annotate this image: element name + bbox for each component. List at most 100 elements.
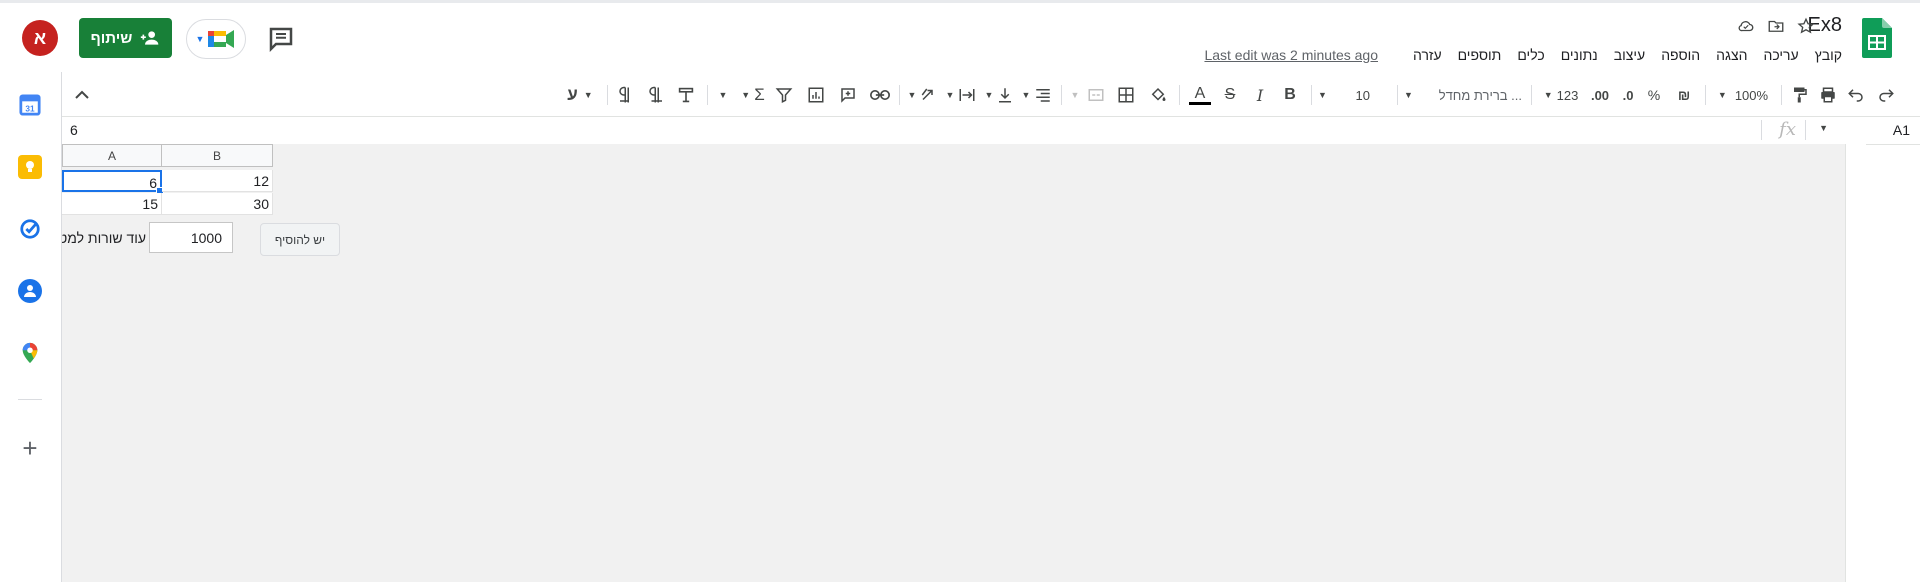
bold-button[interactable]: B <box>1278 83 1302 107</box>
column-header-a[interactable]: A <box>62 144 162 167</box>
undo-icon[interactable] <box>1844 83 1868 107</box>
sigma-icon: Σ <box>754 85 765 104</box>
add-rows-count-input[interactable]: 1000 <box>149 222 233 253</box>
insert-chart-icon[interactable] <box>804 83 828 107</box>
cell-a2[interactable]: 15 <box>62 193 162 215</box>
merge-cells-icon[interactable] <box>1084 83 1108 107</box>
svg-text:31: 31 <box>25 104 35 113</box>
add-rows-label: עוד שורות למטה <box>62 230 146 246</box>
column-header-b[interactable]: B <box>161 144 273 167</box>
font-select[interactable]: ▼ ברירת מחדל ... <box>1404 83 1522 107</box>
percent-button[interactable]: % <box>1642 83 1666 107</box>
maps-icon[interactable] <box>18 341 42 365</box>
top-border <box>0 0 1920 3</box>
input-tools-button[interactable]: ע ▼ <box>560 83 600 107</box>
menu-format[interactable]: עיצוב <box>1614 47 1645 63</box>
chevron-down-icon: ▼ <box>1717 90 1727 100</box>
menu-edit[interactable]: עריכה <box>1763 47 1798 63</box>
sheets-logo-icon[interactable] <box>1862 18 1892 58</box>
name-box[interactable]: A1 <box>1893 122 1910 138</box>
rtl-icon[interactable] <box>614 83 638 107</box>
text-color-button[interactable]: A <box>1188 83 1212 107</box>
chevron-down-icon[interactable]: ▼ <box>1068 83 1082 107</box>
chevron-down-icon: ▼ <box>1021 90 1031 100</box>
menu-file[interactable]: קובץ <box>1815 47 1842 63</box>
calendar-icon[interactable]: 31 <box>18 93 42 117</box>
paint-format-icon[interactable] <box>1788 83 1812 107</box>
vertical-scrollbar[interactable] <box>1845 144 1866 582</box>
move-folder-icon[interactable] <box>1764 14 1788 38</box>
decrease-decimal-button[interactable]: .0 <box>1616 83 1640 107</box>
cell-b2[interactable]: 30 <box>162 193 273 215</box>
text-rotation-icon[interactable]: ▼ <box>906 83 940 107</box>
toolbar: ▼ 100% ₪ % .0 .00 ▼ 123 ▼ ברירת מחדל ...… <box>62 75 1920 115</box>
more-formats-select[interactable]: ▼ 123 <box>1538 83 1584 107</box>
menu-help[interactable]: עזרה <box>1413 47 1442 63</box>
contacts-icon[interactable] <box>18 279 42 303</box>
ltr-icon[interactable] <box>644 83 668 107</box>
horizontal-align-icon[interactable]: ▼ <box>1020 83 1054 107</box>
last-edit-link[interactable]: Last edit was 2 minutes ago <box>1204 47 1378 63</box>
filter-icon[interactable] <box>772 83 796 107</box>
fx-icon: fx <box>1779 119 1796 140</box>
avatar[interactable]: א <box>22 20 58 56</box>
cell-b1[interactable]: 12 <box>162 170 273 192</box>
chevron-up-icon[interactable] <box>72 85 92 105</box>
zoom-select[interactable]: ▼ 100% <box>1714 83 1772 107</box>
menu-tools[interactable]: כלים <box>1517 47 1544 63</box>
grid-area[interactable] <box>62 144 1845 582</box>
star-icon[interactable] <box>1794 14 1818 38</box>
text-direction-icon[interactable] <box>674 83 698 107</box>
formula-bar: A1 ▼ fx 6 <box>62 116 1920 145</box>
menu-insert[interactable]: הוספה <box>1661 47 1700 63</box>
strikethrough-button[interactable]: S <box>1218 83 1242 107</box>
share-label: שיתוף <box>90 29 133 47</box>
toolbar-divider <box>1397 85 1398 105</box>
cloud-status-icon[interactable] <box>1734 14 1758 38</box>
cell-a1[interactable]: 6 <box>62 170 162 192</box>
currency-button[interactable]: ₪ <box>1672 83 1696 107</box>
meet-icon <box>208 30 235 48</box>
chevron-down-icon: ▼ <box>1543 90 1553 100</box>
chevron-down-icon: ▼ <box>1404 90 1413 100</box>
font-size-select[interactable]: ▼ 10 <box>1318 83 1388 107</box>
add-person-icon <box>141 31 159 45</box>
menu-data[interactable]: נתונים <box>1561 47 1598 63</box>
add-addon-icon[interactable]: + <box>18 433 42 463</box>
add-rows-label-text: עוד שורות למטה <box>62 230 146 246</box>
chevron-down-icon: ▼ <box>1318 90 1327 100</box>
text-color-label: A <box>1194 84 1206 102</box>
menu-view[interactable]: הצגה <box>1716 47 1747 63</box>
more-formats-label: 123 <box>1556 87 1579 103</box>
chevron-down-icon: ▼ <box>945 90 955 100</box>
insert-link-icon[interactable] <box>868 83 892 107</box>
chevron-down-icon: ▼ <box>907 90 917 100</box>
text-wrap-icon[interactable]: ▼ <box>944 83 978 107</box>
italic-button[interactable]: I <box>1248 83 1272 107</box>
zoom-value: 100% <box>1734 87 1769 103</box>
insert-comment-icon[interactable] <box>836 83 860 107</box>
toolbar-divider <box>607 85 608 105</box>
menu-bar: קובץ עריכה הצגה הוספה עיצוב נתונים כלים … <box>1413 47 1842 63</box>
chevron-down-icon[interactable]: ▼ <box>1819 123 1828 133</box>
toolbar-divider <box>1705 85 1706 105</box>
redo-icon[interactable] <box>1874 83 1898 107</box>
borders-icon[interactable] <box>1114 83 1138 107</box>
formula-input[interactable]: 6 <box>70 122 78 138</box>
increase-decimal-button[interactable]: .00 <box>1586 83 1614 107</box>
font-label: ברירת מחדל ... <box>1438 87 1522 103</box>
share-button[interactable]: שיתוף <box>79 18 172 58</box>
comment-icon[interactable] <box>266 24 296 54</box>
chevron-down-icon[interactable]: ▼ <box>716 83 730 107</box>
vertical-align-icon[interactable]: ▼ <box>982 83 1016 107</box>
fill-color-icon[interactable] <box>1146 83 1170 107</box>
add-rows-button[interactable]: יש להוסיף <box>260 223 340 256</box>
tasks-icon[interactable] <box>18 217 42 241</box>
functions-icon[interactable]: ▼ Σ <box>738 83 768 107</box>
keep-icon[interactable] <box>18 155 42 179</box>
side-panel <box>0 72 62 582</box>
meet-button[interactable]: ▼ <box>186 19 246 59</box>
menu-addons[interactable]: תוספים <box>1458 47 1502 63</box>
print-icon[interactable] <box>1816 83 1840 107</box>
toolbar-divider <box>1311 85 1312 105</box>
